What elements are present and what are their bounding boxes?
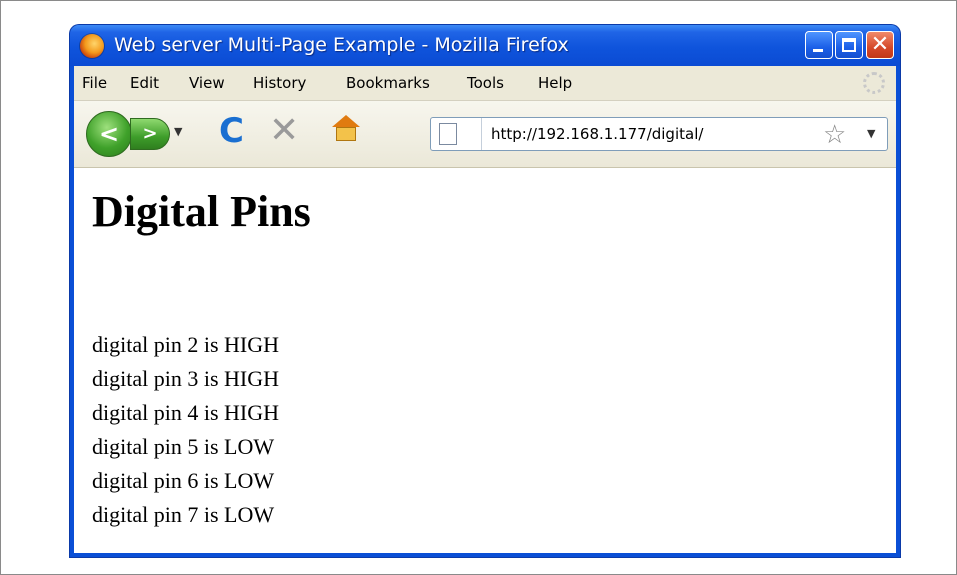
menu-tools[interactable]: Tools [467,74,504,92]
home-icon-base [336,127,356,141]
loading-throbber-icon [863,72,885,94]
back-arrow-icon: < [98,120,120,148]
page-heading: Digital Pins [92,187,311,236]
pin-status-line: digital pin 5 is LOW [92,434,275,459]
home-button[interactable] [332,115,360,143]
maximize-button[interactable] [835,31,863,59]
stop-icon: ✕ [269,110,300,151]
page-icon [439,123,457,145]
minimize-button[interactable] [805,31,833,59]
bookmark-star-icon[interactable]: ☆ [823,120,846,150]
page-content: Digital Pins digital pin 2 is HIGH digit… [74,168,896,553]
forward-arrow-icon: > [142,123,158,144]
back-button[interactable]: < [86,111,132,157]
screenshot-frame: Web server Multi-Page Example - Mozilla … [0,0,957,575]
menu-file[interactable]: File [82,74,107,92]
navigation-toolbar: < > ▼ C ✕ http://192.168.1.177/digital/ … [74,101,896,168]
minimize-icon [813,49,823,52]
browser-window: Web server Multi-Page Example - Mozilla … [70,25,900,557]
firefox-icon [80,34,104,58]
pin-status-line: digital pin 3 is HIGH [92,366,279,391]
pin-status-line: digital pin 4 is HIGH [92,400,279,425]
reload-button[interactable]: C [219,111,244,151]
pin-status-line: digital pin 2 is HIGH [92,332,279,357]
menu-help[interactable]: Help [538,74,572,92]
address-bar[interactable]: http://192.168.1.177/digital/ ☆ ▼ [430,117,888,151]
menu-view[interactable]: View [189,74,225,92]
reload-icon: C [219,111,244,151]
window-title: Web server Multi-Page Example - Mozilla … [114,34,569,56]
url-input[interactable]: http://192.168.1.177/digital/ [491,125,703,143]
url-dropdown-icon[interactable]: ▼ [867,127,875,140]
close-icon: ✕ [870,32,890,57]
url-separator [481,118,482,150]
menu-history[interactable]: History [253,74,306,92]
menu-bar: File Edit View History Bookmarks Tools H… [74,66,896,101]
menu-bookmarks[interactable]: Bookmarks [346,74,430,92]
home-icon [332,115,360,127]
pin-status-line: digital pin 6 is LOW [92,468,275,493]
forward-button[interactable]: > [130,118,170,150]
close-button[interactable]: ✕ [866,31,894,59]
stop-button[interactable]: ✕ [269,110,299,151]
menu-edit[interactable]: Edit [130,74,159,92]
maximize-icon [842,38,856,52]
history-dropdown-icon[interactable]: ▼ [174,125,182,138]
title-bar[interactable]: Web server Multi-Page Example - Mozilla … [70,25,900,66]
pin-status-line: digital pin 7 is LOW [92,502,275,527]
